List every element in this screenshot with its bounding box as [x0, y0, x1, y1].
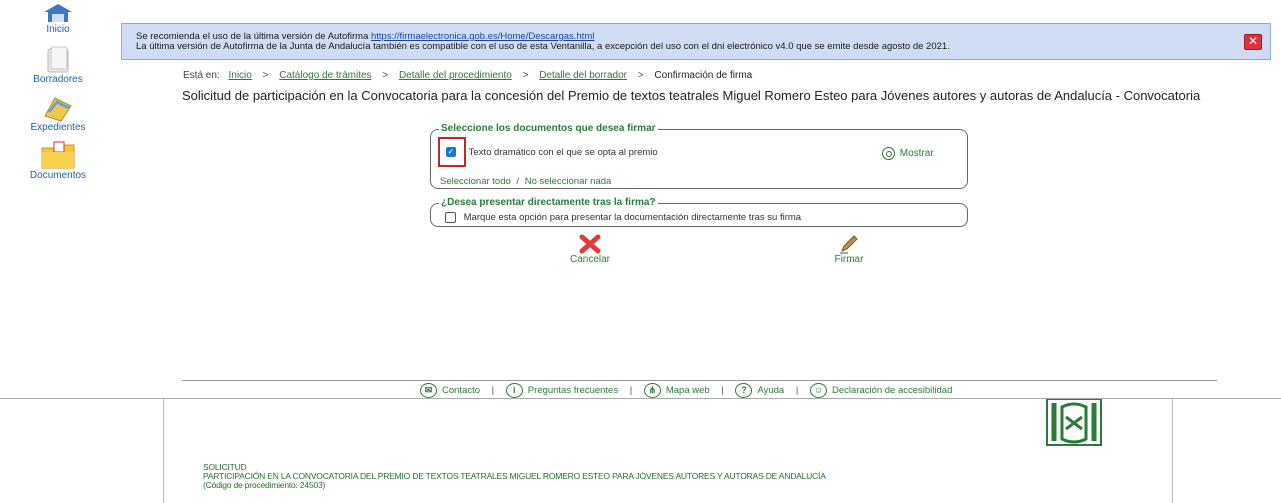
breadcrumb: Está en: Inicio > Catálogo de trámites >… — [183, 70, 752, 81]
sidebar-item-borradores[interactable]: Borradores — [0, 46, 116, 85]
footer-link-label: Contacto — [442, 385, 481, 396]
breadcrumb-separator: > — [262, 70, 269, 81]
close-button[interactable]: ✕ — [1244, 34, 1262, 50]
breadcrumb-inicio[interactable]: Inicio — [228, 70, 251, 81]
files-icon — [44, 97, 72, 122]
sign-documents-legend: Seleccione los documentos que desea firm… — [439, 123, 658, 134]
pen-icon — [840, 235, 858, 254]
select-separator: / — [516, 176, 520, 187]
cancel-button[interactable]: Cancelar — [565, 234, 615, 265]
sidebar-item-expedientes[interactable]: Expedientes — [0, 94, 116, 133]
breadcrumb-detalle-borrador[interactable]: Detalle del borrador — [539, 70, 627, 81]
sidebar-item-label: Borradores — [33, 74, 83, 85]
preview-margin-left — [163, 399, 164, 503]
info-icon: i — [505, 383, 523, 398]
sidebar-item-label: Documentos — [29, 170, 87, 181]
footer-separator: | — [491, 385, 495, 396]
select-all-link[interactable]: Seleccionar todo — [440, 176, 511, 187]
cancel-label: Cancelar — [569, 254, 611, 265]
footer-link-label: Preguntas frecuentes — [527, 385, 619, 396]
preview-doc-code: (Código de procedimiento: 24503) — [203, 480, 326, 490]
footer-sitemap-link[interactable]: ⋔ Mapa web — [643, 383, 710, 398]
footer-divider — [182, 380, 1217, 381]
footer-faq-link[interactable]: i Preguntas frecuentes — [505, 383, 619, 398]
breadcrumb-separator: > — [637, 70, 644, 81]
sidebar-item-label: Expedientes — [30, 122, 86, 133]
footer-link-label: Mapa web — [665, 385, 710, 396]
magnifier-icon — [882, 147, 895, 160]
show-label: Mostrar — [899, 148, 934, 160]
breadcrumb-separator: > — [522, 70, 529, 81]
banner-line-2: La última versión de Autofirma de la Jun… — [136, 41, 950, 52]
sidebar-item-documentos[interactable]: Documentos — [0, 140, 116, 181]
footer-link-label: Ayuda — [757, 385, 785, 396]
footer-separator: | — [721, 385, 724, 396]
document-preview: SOLICITUD PARTICIPACIÓN EN LA CONVOCATOR… — [0, 398, 1281, 503]
footer-contacto-link[interactable]: ✉ Contacto — [420, 383, 480, 398]
sitemap-icon: ⋔ — [643, 383, 661, 398]
select-links: Seleccionar todo / No seleccionar nada — [440, 176, 611, 187]
document-row: ✓ Texto dramático con el que se opta al … — [446, 147, 658, 158]
mail-icon: ✉ — [420, 383, 437, 398]
sidebar-item-inicio[interactable]: Inicio — [0, 2, 116, 35]
home-icon — [44, 4, 72, 22]
submit-option-row: Marque esta opción para presentar la doc… — [445, 212, 801, 223]
footer-link-label: Declaración de accesibilidad — [831, 385, 953, 396]
autofirma-notice-banner: Se recomienda el uso de la última versió… — [121, 23, 1271, 60]
footer-help-link[interactable]: ? Ayuda — [735, 383, 784, 398]
preview-margin-right — [1172, 399, 1173, 503]
sign-button[interactable]: Firmar — [824, 234, 874, 265]
help-icon: ? — [735, 383, 753, 398]
breadcrumb-separator: > — [382, 70, 389, 81]
cancel-x-icon — [579, 234, 601, 254]
documents-folder-icon — [41, 141, 75, 169]
footer-accessibility-link[interactable]: ☺ Declaración de accesibilidad — [809, 383, 953, 398]
submit-option-label: Marque esta opción para presentar la doc… — [463, 212, 802, 224]
show-document-button[interactable]: Mostrar — [882, 147, 934, 160]
page-title: Solicitud de participación en la Convoca… — [182, 88, 1201, 103]
sign-label: Firmar — [834, 254, 864, 265]
select-none-link[interactable]: No seleccionar nada — [525, 176, 612, 187]
breadcrumb-detalle-procedimiento[interactable]: Detalle del procedimiento — [399, 70, 512, 81]
document-checkbox[interactable]: ✓ — [446, 147, 456, 158]
sidebar-item-label: Inicio — [46, 24, 70, 35]
preview-text: SOLICITUD PARTICIPACIÓN EN LA CONVOCATOR… — [203, 463, 826, 490]
footer-separator: | — [629, 385, 633, 396]
drafts-icon — [47, 46, 69, 73]
document-label: Texto dramático con el que se opta al pr… — [468, 147, 658, 158]
breadcrumb-prefix: Está en: — [183, 70, 220, 81]
submit-option-legend: ¿Desea presentar directamente tras la fi… — [439, 197, 658, 208]
close-icon: ✕ — [1247, 34, 1259, 48]
accessibility-icon: ☺ — [809, 383, 827, 398]
junta-andalucia-logo — [1046, 399, 1102, 446]
footer-separator: | — [795, 385, 799, 396]
submit-directly-checkbox[interactable] — [445, 212, 456, 223]
breadcrumb-catalogo[interactable]: Catálogo de trámites — [279, 70, 371, 81]
breadcrumb-current: Confirmación de firma — [654, 70, 753, 81]
footer-links: ✉ Contacto | i Preguntas frecuentes | ⋔ … — [420, 383, 952, 398]
